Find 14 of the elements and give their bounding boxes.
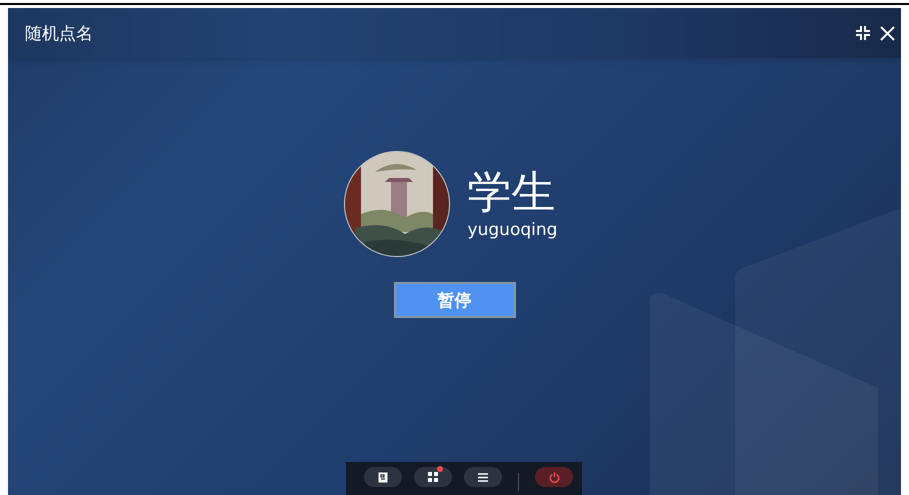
pause-button[interactable]: 暂停 — [394, 282, 516, 318]
courseware-button[interactable] — [364, 467, 402, 487]
document-icon — [378, 472, 388, 482]
power-icon — [548, 472, 560, 482]
end-class-button[interactable] — [535, 467, 573, 487]
interaction-button[interactable] — [414, 467, 452, 487]
close-icon[interactable] — [880, 26, 895, 40]
username: yuguoqing — [468, 220, 558, 240]
menu-icon — [478, 472, 488, 482]
minimize-icon[interactable] — [856, 26, 870, 40]
more-button[interactable] — [464, 467, 502, 487]
student-name: 学生 — [468, 168, 556, 218]
window-title: 随机点名 — [25, 22, 93, 44]
grid-icon — [428, 472, 438, 482]
